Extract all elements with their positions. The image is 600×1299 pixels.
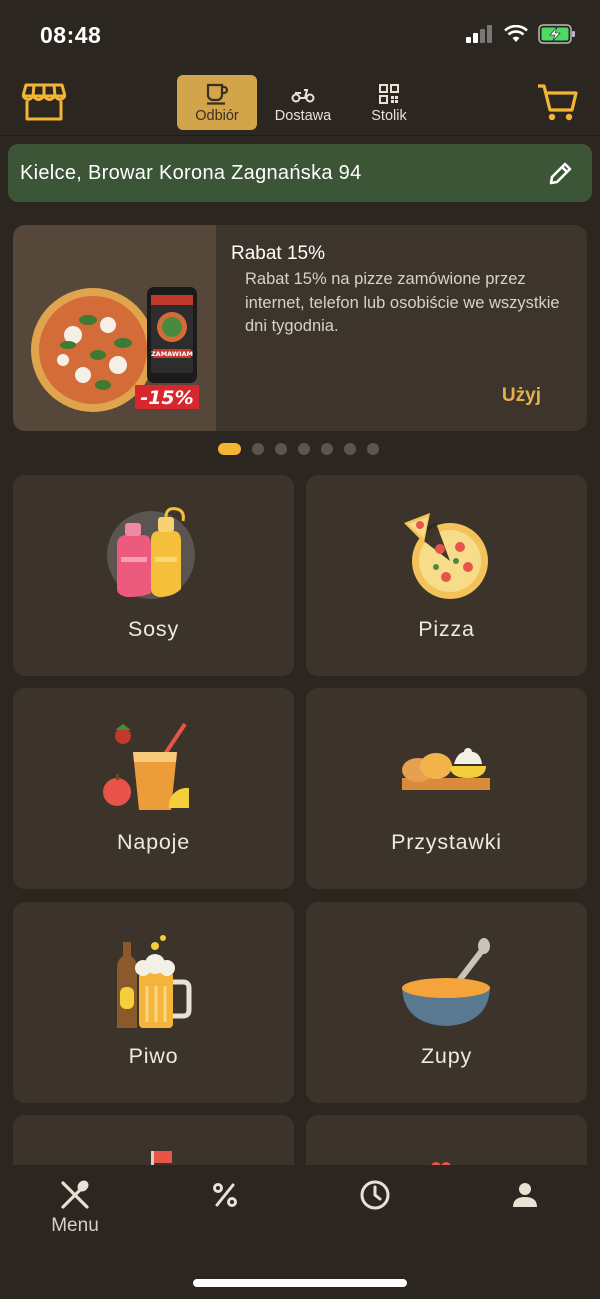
category-grid: Sosy Pizza Napoje Przystawki Piwo Zupy [13,475,587,1165]
store-button[interactable] [21,82,67,122]
category-label: Pizza [418,617,475,641]
order-mode-tabs: Odbiór Dostawa Stolik [177,75,429,130]
cellular-signal-icon [466,25,492,43]
clock-icon [360,1180,390,1210]
category-tile-sosy[interactable]: Sosy [13,475,294,676]
category-tile-pizza[interactable]: Pizza [306,475,587,676]
nav-profile[interactable] [485,1177,565,1213]
category-tile-przystawki[interactable]: Przystawki [306,688,587,889]
edit-address-button[interactable] [548,160,574,186]
tab-stolik[interactable]: Stolik [349,75,429,130]
pizza-promo-illustration: ZAMAWIAM -15% [31,287,199,412]
category-tile-partial[interactable] [13,1115,294,1165]
qr-code-icon [379,83,399,104]
carousel-dot[interactable] [218,443,241,455]
nav-promotions[interactable] [185,1177,265,1213]
battery-charging-icon [538,24,575,44]
top-bar: Odbiór Dostawa Stolik [0,72,600,134]
soup-bowl-icon [402,938,490,1026]
pencil-icon [549,162,572,185]
cart-button[interactable] [536,82,578,124]
tab-dostawa-label: Dostawa [274,107,332,124]
sauce-bottles-icon [107,507,195,599]
carousel-indicator [218,443,379,455]
scooter-icon [291,88,315,102]
promo-use-button[interactable]: Użyj [502,385,541,407]
promo-description: Rabat 15% na pizze zamówione przez inter… [245,270,560,335]
cup-icon [206,83,229,105]
carousel-dot[interactable] [321,443,333,455]
drink-icon [103,722,189,810]
home-indicator[interactable] [193,1279,407,1287]
tab-odbior[interactable]: Odbiór [177,75,257,130]
address-text: Kielce, Browar Korona Zagnańska 94 [20,161,362,184]
pizza-icon [404,513,488,599]
nav-history[interactable] [335,1177,415,1213]
header-divider [0,135,600,136]
address-bar[interactable]: Kielce, Browar Korona Zagnańska 94 [8,144,592,202]
category-tile-napoje[interactable]: Napoje [13,688,294,889]
category-label: Sosy [128,617,179,641]
tab-dostawa[interactable]: Dostawa [263,75,343,130]
status-bar: 08:48 [0,0,600,70]
svg-text:-15%: -15% [140,387,193,409]
beer-icon [117,935,192,1028]
carousel-dot[interactable] [367,443,379,455]
carousel-dot[interactable] [275,443,287,455]
promo-card[interactable]: ZAMAWIAM -15% Rabat 15% Rabat 15% na piz… [13,225,587,431]
nav-menu[interactable]: Menu [35,1177,115,1237]
category-tile-partial[interactable] [306,1115,587,1165]
carousel-dot[interactable] [298,443,310,455]
promo-image: ZAMAWIAM -15% [13,225,216,431]
tab-odbior-label: Odbiór [195,107,239,124]
cart-icon [538,84,578,121]
store-icon [21,83,67,121]
status-time: 08:48 [40,22,102,48]
category-label: Piwo [128,1044,179,1068]
flag-icon [151,1151,172,1165]
nav-menu-label: Menu [51,1215,99,1236]
category-label: Zupy [421,1044,472,1068]
utensils-icon [61,1180,89,1209]
carousel-dot[interactable] [344,443,356,455]
category-label: Napoje [117,830,190,854]
wifi-icon [504,25,528,42]
category-tile-zupy[interactable]: Zupy [306,902,587,1103]
svg-text:ZAMAWIAM: ZAMAWIAM [151,350,193,358]
promo-title: Rabat 15% [231,243,326,264]
carousel-dot[interactable] [252,443,264,455]
percent-icon [213,1183,237,1207]
status-icons [466,24,576,44]
category-label: Przystawki [391,830,502,854]
appetizers-icon [402,748,490,790]
user-icon [513,1183,537,1207]
tab-stolik-label: Stolik [371,107,407,124]
category-tile-piwo[interactable]: Piwo [13,902,294,1103]
